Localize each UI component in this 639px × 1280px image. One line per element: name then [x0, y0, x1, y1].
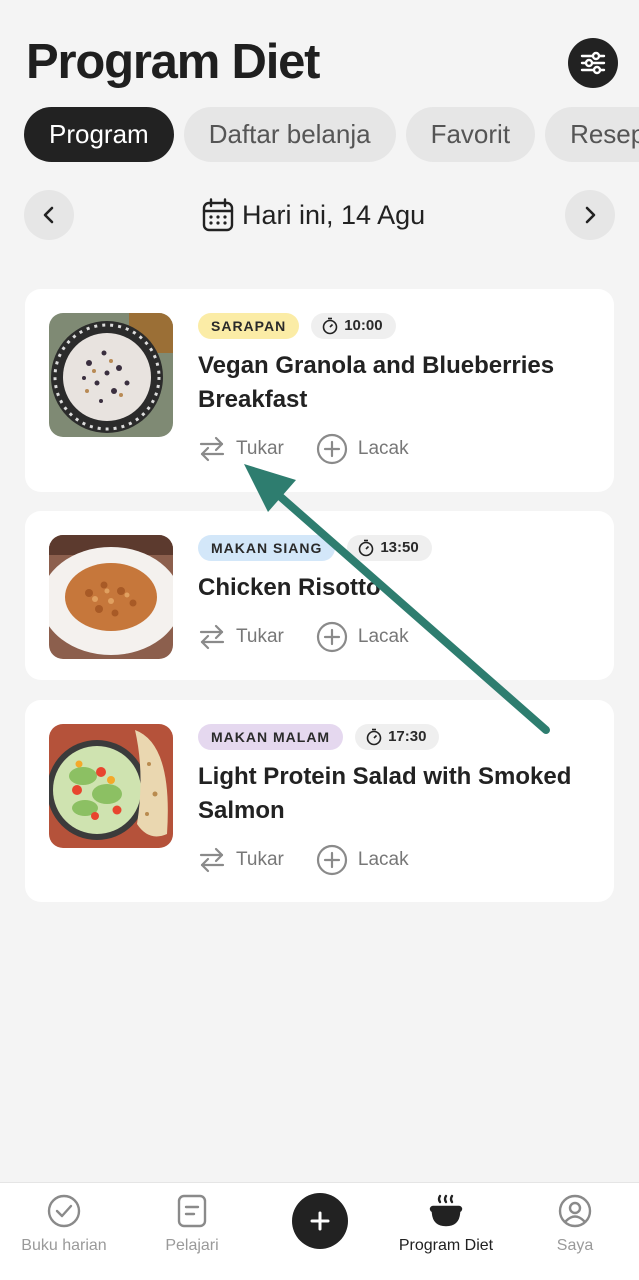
tab-resep[interactable]: Resep	[545, 107, 639, 162]
tab-daftar-belanja[interactable]: Daftar belanja	[183, 107, 396, 162]
meal-type-badge: MAKAN SIANG	[198, 535, 336, 561]
date-label: Hari ini, 14 Agu	[242, 199, 426, 230]
meal-meta: MAKAN SIANG 13:50	[198, 535, 432, 561]
meal-time: 13:50	[347, 535, 432, 561]
meal-card-breakfast[interactable]: SARAPAN 10:00 Vegan Granola and Blueberr…	[25, 289, 614, 492]
nav-program-diet[interactable]: Program Diet	[382, 1191, 510, 1255]
track-label: Lacak	[357, 849, 409, 870]
header: Program Diet	[0, 0, 639, 100]
meal-title[interactable]: Vegan Granola and Blueberries Breakfast	[198, 349, 598, 417]
date-navigator: Hari ini, 14 Agu	[24, 190, 615, 240]
calendar-icon	[202, 198, 234, 232]
track-button[interactable]: Lacak	[316, 621, 409, 653]
meal-time-label: 17:30	[388, 728, 427, 745]
nav-buku-harian[interactable]: Buku harian	[0, 1191, 128, 1255]
swap-icon	[199, 624, 225, 650]
plus-circle-icon	[316, 621, 347, 653]
swap-label: Tukar	[236, 438, 284, 459]
filter-button[interactable]	[568, 38, 618, 88]
meal-actions: Tukar Lacak	[198, 432, 409, 466]
meal-actions: Tukar Lacak	[198, 843, 409, 877]
swap-button[interactable]: Tukar	[198, 846, 284, 874]
nav-label: Saya	[556, 1237, 594, 1254]
tab-favorit[interactable]: Favorit	[405, 107, 536, 162]
meal-meta: MAKAN MALAM 17:30	[198, 724, 440, 750]
stopwatch-icon	[366, 728, 382, 746]
meal-image-salad	[49, 724, 173, 848]
bottom-navigation: Buku harian Pelajari Program Diet Saya	[0, 1182, 639, 1280]
swap-label: Tukar	[236, 626, 284, 647]
nav-label: Pelajari	[165, 1237, 219, 1254]
next-day-button[interactable]	[565, 190, 615, 240]
bowl-icon	[429, 1194, 463, 1227]
meal-title[interactable]: Light Protein Salad with Smoked Salmon	[198, 760, 598, 828]
stopwatch-icon	[322, 317, 338, 335]
meal-time-label: 10:00	[344, 317, 383, 334]
plus-icon	[310, 1211, 330, 1231]
nav-label: Buku harian	[21, 1237, 107, 1254]
stopwatch-icon	[359, 539, 374, 557]
meal-time: 17:30	[355, 724, 440, 750]
swap-button[interactable]: Tukar	[198, 623, 284, 651]
plus-circle-icon	[316, 844, 347, 876]
meal-card-dinner[interactable]: MAKAN MALAM 17:30 Light Protein Salad wi…	[25, 700, 614, 902]
nav-label: Program Diet	[398, 1237, 494, 1254]
track-label: Lacak	[357, 438, 409, 459]
track-button[interactable]: Lacak	[316, 433, 409, 465]
check-circle-icon	[47, 1194, 81, 1228]
chevron-left-icon	[43, 206, 54, 224]
meal-image-risotto	[49, 535, 173, 659]
add-button[interactable]	[292, 1193, 348, 1249]
user-circle-icon	[558, 1194, 592, 1228]
document-icon	[177, 1194, 207, 1228]
meal-time: 10:00	[311, 313, 396, 339]
meal-image-granola	[49, 313, 173, 437]
date-display[interactable]: Hari ini, 14 Agu	[202, 195, 425, 235]
previous-day-button[interactable]	[24, 190, 74, 240]
nav-pelajari[interactable]: Pelajari	[128, 1191, 256, 1255]
page-title: Program Diet	[26, 35, 320, 89]
chevron-right-icon	[585, 206, 596, 224]
sliders-icon	[580, 51, 606, 75]
swap-icon	[199, 847, 225, 873]
meal-title[interactable]: Chicken Risotto	[198, 571, 598, 605]
tab-program[interactable]: Program	[24, 107, 174, 162]
swap-button[interactable]: Tukar	[198, 435, 284, 463]
meal-time-label: 13:50	[380, 539, 419, 556]
meal-type-badge: MAKAN MALAM	[198, 724, 344, 750]
meal-meta: SARAPAN 10:00	[198, 313, 396, 339]
plus-circle-icon	[316, 433, 347, 465]
tab-bar: Program Daftar belanja Favorit Resep	[24, 107, 639, 163]
swap-label: Tukar	[236, 849, 284, 870]
track-label: Lacak	[357, 626, 409, 647]
meal-card-lunch[interactable]: MAKAN SIANG 13:50 Chicken Risotto Tukar …	[25, 511, 614, 680]
meal-actions: Tukar Lacak	[198, 620, 409, 654]
track-button[interactable]: Lacak	[316, 844, 409, 876]
nav-saya[interactable]: Saya	[511, 1191, 639, 1255]
meal-type-badge: SARAPAN	[198, 313, 300, 339]
swap-icon	[199, 436, 225, 462]
